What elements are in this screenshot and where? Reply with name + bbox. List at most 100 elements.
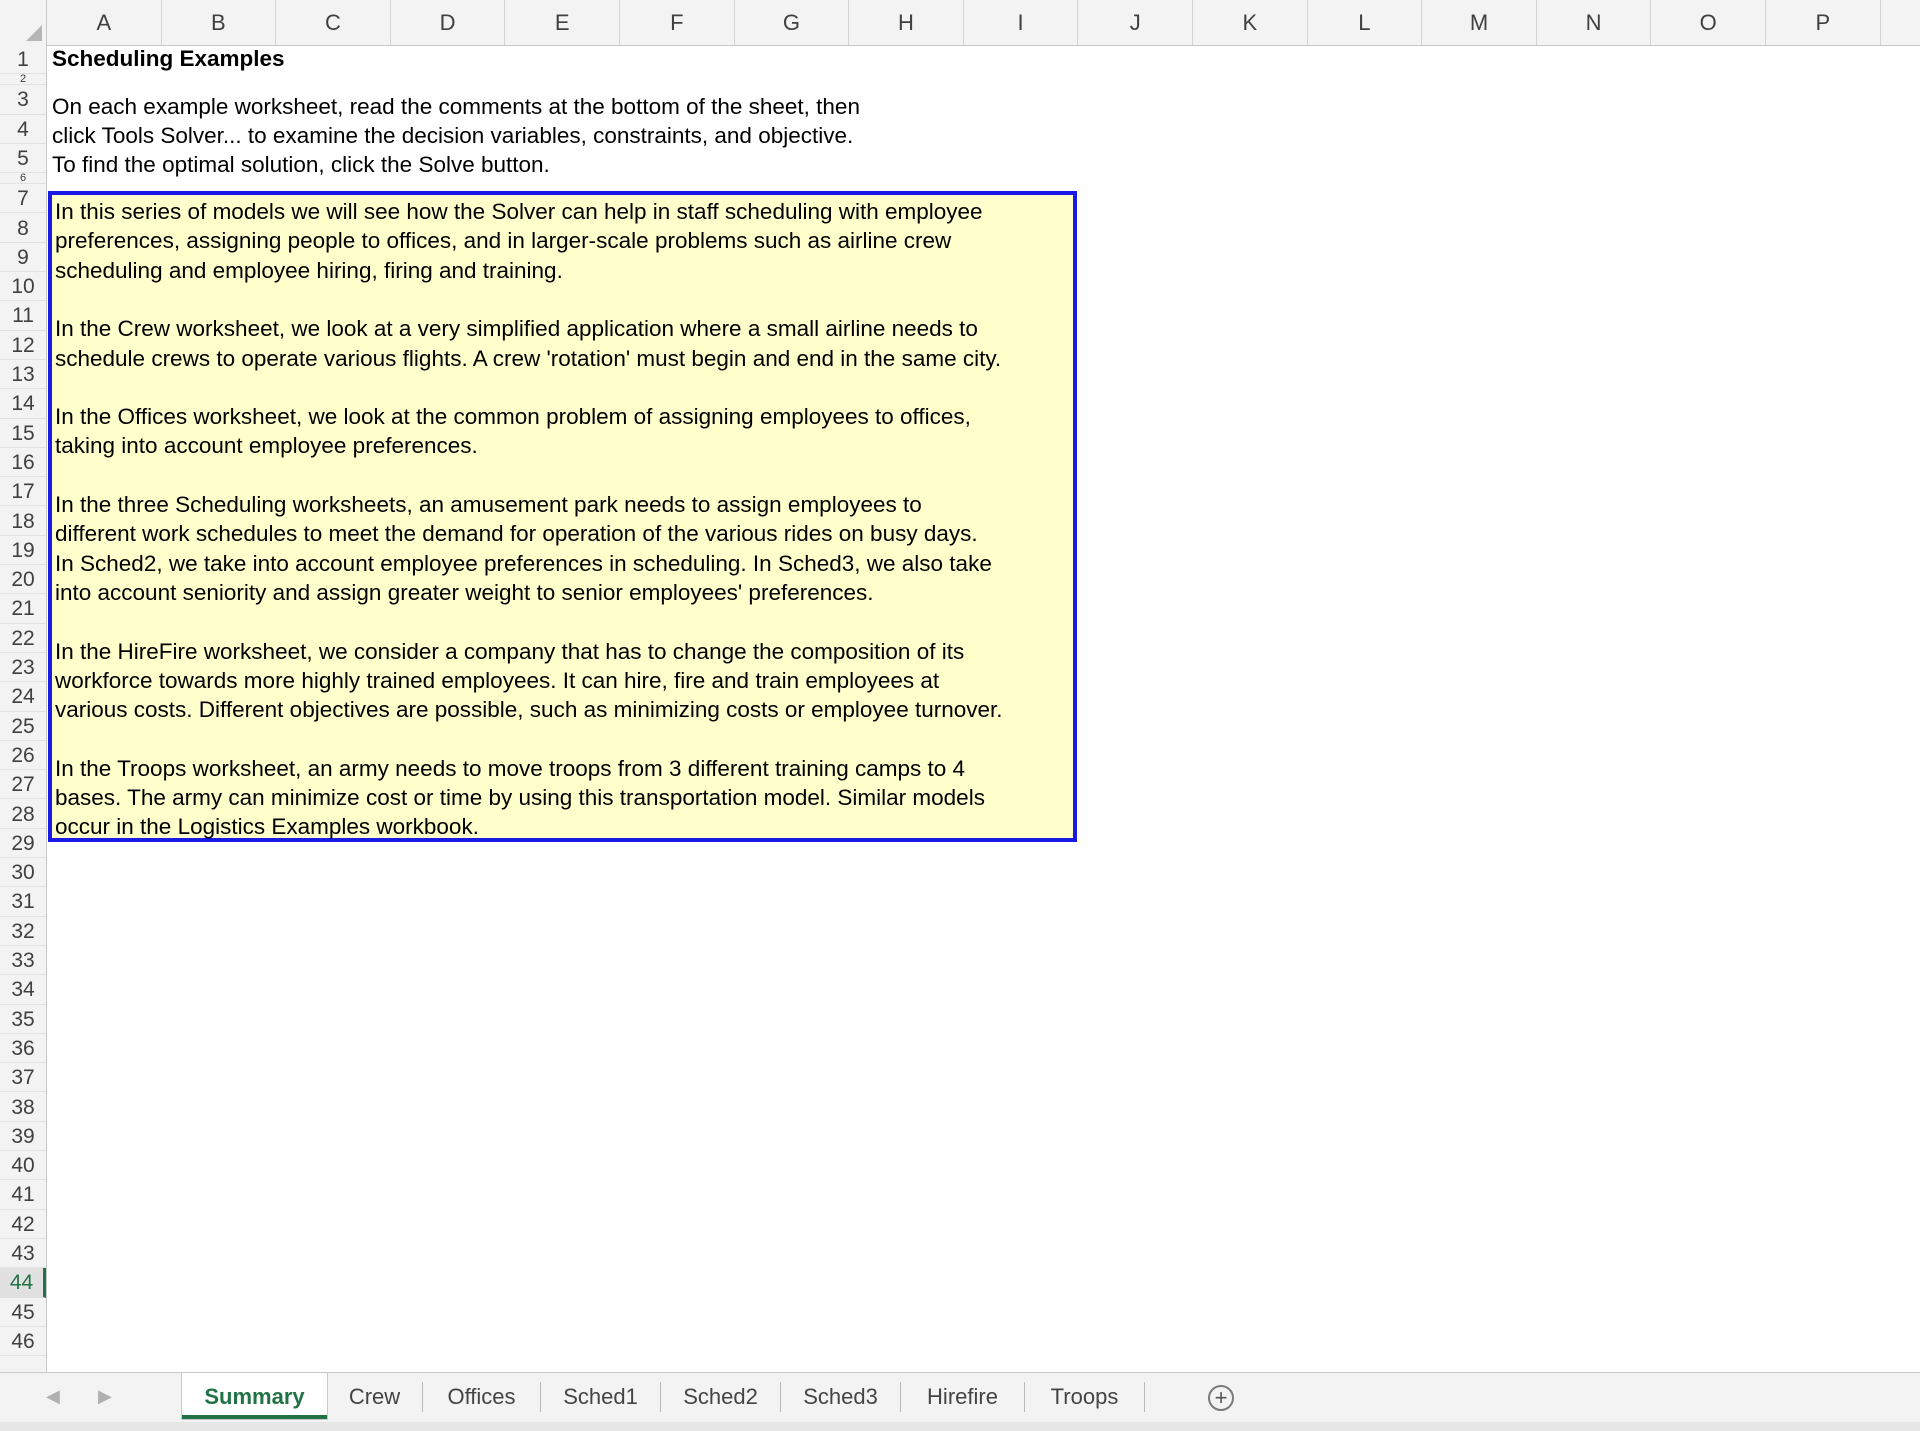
sheet-tab-sched3[interactable]: Sched3 bbox=[781, 1382, 901, 1412]
column-header[interactable]: A bbox=[47, 0, 162, 45]
row-header[interactable]: 13 bbox=[0, 360, 46, 390]
column-header[interactable]: L bbox=[1308, 0, 1423, 45]
textbox-line: bases. The army can minimize cost or tim… bbox=[55, 785, 985, 810]
row-header-bar: 1 2 3 4 5 6 7 8 9 10 11 12 13 14 15 16 17 18 19 20 21 22 23 24 2… bbox=[0, 45, 47, 1372]
row-header[interactable]: 32 bbox=[0, 917, 46, 946]
sheet-tab-sched1[interactable]: Sched1 bbox=[541, 1382, 661, 1412]
row-header[interactable]: 41 bbox=[0, 1180, 46, 1210]
instruction-cell[interactable]: To find the optimal solution, click the … bbox=[52, 150, 550, 179]
column-header[interactable]: D bbox=[391, 0, 506, 45]
column-header[interactable]: K bbox=[1193, 0, 1308, 45]
description-textbox[interactable]: In this series of models we will see how… bbox=[48, 191, 1077, 842]
select-all-triangle-icon bbox=[26, 25, 42, 41]
column-header[interactable]: O bbox=[1651, 0, 1766, 45]
sheet-tab-crew[interactable]: Crew bbox=[327, 1382, 423, 1412]
row-header[interactable]: 5 bbox=[0, 144, 46, 174]
column-header[interactable]: J bbox=[1078, 0, 1193, 45]
instruction-cell[interactable]: click Tools Solver... to examine the dec… bbox=[52, 121, 853, 150]
row-header[interactable]: 33 bbox=[0, 946, 46, 976]
column-header[interactable]: N bbox=[1537, 0, 1652, 45]
textbox-line: In the three Scheduling worksheets, an a… bbox=[55, 492, 922, 517]
row-header[interactable]: 29 bbox=[0, 829, 46, 859]
textbox-line: In the Troops worksheet, an army needs t… bbox=[55, 755, 966, 781]
column-header[interactable]: M bbox=[1422, 0, 1537, 45]
row-header[interactable]: 25 bbox=[0, 712, 46, 741]
row-header[interactable]: 30 bbox=[0, 858, 46, 888]
row-header[interactable]: 14 bbox=[0, 389, 46, 419]
column-header[interactable]: G bbox=[735, 0, 850, 45]
row-header[interactable]: 27 bbox=[0, 770, 46, 800]
column-header-bar: ABCDEFGHIJKLMNOP bbox=[0, 0, 1920, 46]
row-header[interactable]: 28 bbox=[0, 800, 46, 829]
instruction-cell[interactable]: On each example worksheet, read the comm… bbox=[52, 92, 860, 121]
row-header[interactable]: 9 bbox=[0, 243, 46, 273]
textbox-line: In this series of models we will see how… bbox=[55, 199, 983, 224]
sheet-tab-summary[interactable]: Summary bbox=[182, 1373, 327, 1419]
column-header[interactable]: P bbox=[1766, 0, 1881, 45]
textbox-line: into account seniority and assign greate… bbox=[55, 579, 874, 605]
status-strip bbox=[0, 1422, 1920, 1431]
scroll-tabs-left-icon[interactable]: ◀ bbox=[46, 1386, 60, 1407]
sheet-tab-hirefire[interactable]: Hirefire bbox=[901, 1382, 1025, 1412]
row-header[interactable]: 36 bbox=[0, 1034, 46, 1064]
row-header[interactable]: 1 bbox=[0, 45, 46, 75]
row-header[interactable]: 21 bbox=[0, 594, 46, 624]
textbox-line: In the HireFire worksheet, we consider a… bbox=[55, 638, 965, 664]
textbox-line: different work schedules to meet the dem… bbox=[55, 521, 978, 547]
sheet-tab-bar: ◀ ▶ Summary Crew Offices Sched1 Sched2 Sched3… bbox=[0, 1372, 1920, 1423]
row-header[interactable]: 15 bbox=[0, 419, 46, 448]
sheet-tab-offices[interactable]: Offices bbox=[423, 1382, 541, 1412]
column-header[interactable]: H bbox=[849, 0, 964, 45]
row-header[interactable]: 35 bbox=[0, 1005, 46, 1034]
column-header[interactable]: E bbox=[505, 0, 620, 45]
row-header[interactable]: 24 bbox=[0, 682, 46, 712]
column-header[interactable]: F bbox=[620, 0, 735, 45]
row-header[interactable]: 4 bbox=[0, 115, 46, 144]
row-header[interactable]: 16 bbox=[0, 448, 46, 478]
sheet-title-cell[interactable]: Scheduling Examples bbox=[52, 44, 285, 73]
textbox-line: occur in the Logistics Examples workbook… bbox=[55, 814, 479, 840]
sheet-tab-troops[interactable]: Troops bbox=[1025, 1382, 1145, 1412]
add-sheet-icon[interactable]: + bbox=[1208, 1385, 1234, 1411]
column-header[interactable]: I bbox=[964, 0, 1079, 45]
row-header[interactable]: 46 bbox=[0, 1327, 46, 1357]
row-header[interactable]: 3 bbox=[0, 85, 46, 115]
row-header[interactable]: 18 bbox=[0, 507, 46, 536]
textbox-line: In the Crew worksheet, we look at a very… bbox=[55, 316, 978, 342]
row-header[interactable]: 23 bbox=[0, 653, 46, 683]
textbox-line: In Sched2, we take into account employee… bbox=[55, 550, 992, 576]
row-header[interactable]: 38 bbox=[0, 1093, 46, 1122]
textbox-line: preferences, assigning people to offices… bbox=[55, 228, 952, 254]
row-header[interactable]: 19 bbox=[0, 536, 46, 566]
row-header[interactable]: 20 bbox=[0, 565, 46, 595]
row-header[interactable]: 6 bbox=[0, 173, 46, 185]
row-header[interactable]: 42 bbox=[0, 1210, 46, 1239]
row-header[interactable]: 8 bbox=[0, 214, 46, 243]
textbox-line: various costs. Different objectives are … bbox=[55, 697, 1003, 723]
row-header[interactable]: 26 bbox=[0, 741, 46, 771]
textbox-line: scheduling and employee hiring, firing a… bbox=[55, 257, 563, 283]
column-header[interactable]: B bbox=[162, 0, 277, 45]
textbox-line: schedule crews to operate various flight… bbox=[55, 345, 1002, 371]
sheet-tab-sched2[interactable]: Sched2 bbox=[661, 1382, 781, 1412]
row-header[interactable]: 17 bbox=[0, 477, 46, 507]
textbox-line: In the Offices worksheet, we look at the… bbox=[55, 404, 971, 430]
row-header[interactable]: 10 bbox=[0, 272, 46, 302]
row-header[interactable]: 45 bbox=[0, 1298, 46, 1327]
column-header[interactable]: C bbox=[276, 0, 391, 45]
row-header[interactable]: 40 bbox=[0, 1151, 46, 1181]
textbox-line: taking into account employee preferences… bbox=[55, 433, 478, 459]
row-header[interactable]: 39 bbox=[0, 1122, 46, 1152]
row-header[interactable]: 37 bbox=[0, 1063, 46, 1093]
scroll-tabs-right-icon[interactable]: ▶ bbox=[98, 1386, 112, 1407]
row-header[interactable]: 11 bbox=[0, 301, 46, 331]
row-header[interactable]: 7 bbox=[0, 184, 46, 214]
row-header[interactable]: 44 bbox=[0, 1268, 46, 1298]
row-header[interactable]: 34 bbox=[0, 975, 46, 1005]
row-header[interactable]: 31 bbox=[0, 887, 46, 917]
row-header[interactable]: 2 bbox=[0, 74, 46, 86]
select-all-corner[interactable] bbox=[0, 0, 47, 45]
row-header[interactable]: 22 bbox=[0, 624, 46, 653]
row-header[interactable]: 43 bbox=[0, 1239, 46, 1269]
row-header[interactable]: 12 bbox=[0, 331, 46, 360]
